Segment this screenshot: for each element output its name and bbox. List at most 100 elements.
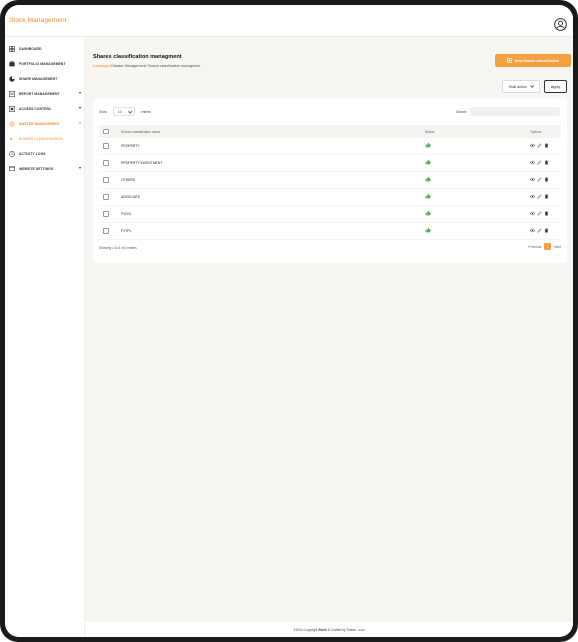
thumbs-up-icon[interactable] — [425, 210, 431, 216]
table-row: OTHERS — [99, 172, 561, 189]
view-icon[interactable] — [530, 143, 535, 148]
column-header-name[interactable]: Shares classification name — [121, 130, 160, 134]
row-options — [530, 177, 549, 182]
dashboard-icon — [8, 46, 15, 53]
row-name: PROPERTY — [121, 144, 140, 148]
table-row: PROPERTY INVESTMENT — [99, 155, 561, 172]
gear-icon — [8, 121, 15, 128]
column-header-status[interactable]: Status — [425, 130, 434, 134]
breadcrumb: Dashboard/ Master Management/ Shares cla… — [93, 64, 200, 68]
bulk-action-select[interactable]: Bulk action — [502, 80, 540, 93]
user-avatar-icon[interactable] — [554, 18, 567, 31]
chevron-down-icon — [79, 167, 81, 169]
sidebar-item-label: ACCESS CONTROL — [19, 107, 52, 111]
activity-icon — [8, 151, 15, 158]
delete-icon[interactable] — [544, 211, 549, 216]
new-shares-classification-button[interactable]: New Shares classification — [495, 54, 571, 67]
row-options — [530, 228, 549, 233]
website-settings-icon — [8, 166, 15, 173]
row-checkbox[interactable] — [103, 211, 109, 217]
device-frame: Stock Management DASHBOARD PORTFOLIO MAN… — [0, 0, 578, 642]
sidebar-item-label: ACTIVITY LOGS — [19, 152, 46, 156]
view-icon[interactable] — [530, 160, 535, 165]
pagination-previous[interactable]: Previous — [528, 245, 541, 249]
sidebar-item-access-control[interactable]: ACCESS CONTROL — [5, 103, 85, 115]
chevron-down-icon — [529, 83, 535, 88]
thumbs-up-icon[interactable] — [425, 227, 431, 233]
edit-icon[interactable] — [537, 228, 542, 233]
row-checkbox[interactable] — [103, 143, 109, 149]
edit-icon[interactable] — [537, 143, 542, 148]
search-input[interactable] — [470, 107, 560, 116]
page-title: Shares classification managment — [93, 54, 182, 60]
chevron-down-icon — [79, 107, 81, 109]
edit-icon[interactable] — [537, 160, 542, 165]
sidebar-item-master-management[interactable]: MASTER MANAGEMENT — [5, 118, 85, 130]
sidebar-item-label: PORTFOLIO MANAGEMENT — [19, 62, 66, 66]
thumbs-up-icon[interactable] — [425, 193, 431, 199]
thumbs-up-icon[interactable] — [425, 142, 431, 148]
view-icon[interactable] — [530, 228, 535, 233]
access-control-icon — [8, 106, 15, 113]
sidebar-item-label: DASHBOARD — [19, 47, 42, 51]
table-header: Shares classification name Status Option… — [99, 125, 561, 138]
sidebar-item-portfolio[interactable]: PORTFOLIO MANAGEMENT — [5, 58, 85, 70]
report-icon — [8, 91, 15, 98]
table-row: ASSOCIATE — [99, 189, 561, 206]
delete-icon[interactable] — [544, 194, 549, 199]
delete-icon[interactable] — [544, 160, 549, 165]
sidebar-item-website-settings[interactable]: WEBSITE SETTINGS — [5, 163, 85, 175]
sidebar-item-shares-classification[interactable]: SHARES CLASSIFICATION — [5, 133, 85, 145]
chevron-down-icon — [79, 122, 81, 124]
sidebar-item-label: MASTER MANAGEMENT — [19, 122, 60, 126]
row-checkbox[interactable] — [103, 177, 109, 183]
row-checkbox[interactable] — [103, 228, 109, 234]
edit-icon[interactable] — [537, 194, 542, 199]
dot-icon — [10, 138, 12, 140]
sidebar-item-label: SHARE MANAGEMENT — [19, 77, 58, 81]
row-name: FVTPL — [121, 229, 132, 233]
pie-chart-icon — [8, 76, 15, 83]
select-all-checkbox[interactable] — [103, 128, 109, 134]
pagination-next[interactable]: Next — [554, 245, 561, 249]
sidebar-item-report-management[interactable]: REPORT MANAGEMENT — [5, 88, 85, 100]
pagination-page-1[interactable]: 1 — [544, 243, 552, 250]
sidebar: DASHBOARD PORTFOLIO MANAGEMENT SHARE MAN… — [5, 37, 85, 637]
breadcrumb-link-dashboard[interactable]: Dashboard — [93, 64, 111, 68]
bulk-action-label: Bulk action — [509, 84, 527, 89]
row-options — [530, 160, 549, 165]
view-icon[interactable] — [530, 177, 535, 182]
sidebar-item-share-management[interactable]: SHARE MANAGEMENT — [5, 73, 85, 85]
entries-label: entries — [141, 110, 151, 114]
pagination: Previous 1 Next — [528, 243, 561, 250]
page-size-value: 10 — [118, 109, 122, 114]
edit-icon[interactable] — [537, 177, 542, 182]
delete-icon[interactable] — [544, 143, 549, 148]
chevron-down-icon — [127, 109, 132, 114]
sidebar-item-label: WEBSITE SETTINGS — [19, 167, 54, 171]
delete-icon[interactable] — [544, 228, 549, 233]
thumbs-up-icon[interactable] — [425, 159, 431, 165]
sidebar-item-label: SHARES CLASSIFICATION — [19, 137, 63, 141]
app-brand[interactable]: Stock Management — [9, 17, 67, 24]
show-label: Show — [99, 110, 107, 114]
edit-icon[interactable] — [537, 211, 542, 216]
column-header-options: Options — [530, 130, 542, 134]
thumbs-up-icon[interactable] — [425, 176, 431, 182]
row-name: FVOCI — [121, 212, 132, 216]
footer: ©2024 Copyright Stock & Crafted by Trist… — [85, 622, 573, 637]
chevron-down-icon — [79, 92, 81, 94]
footer-brand: Stock — [318, 627, 327, 632]
view-icon[interactable] — [530, 211, 535, 216]
sidebar-item-activity-logs[interactable]: ACTIVITY LOGS — [5, 148, 85, 160]
page-size-select[interactable]: 10 — [113, 107, 135, 116]
row-checkbox[interactable] — [103, 194, 109, 200]
portfolio-icon — [8, 61, 15, 68]
sidebar-item-dashboard[interactable]: DASHBOARD — [5, 43, 85, 55]
row-options — [530, 143, 549, 148]
view-icon[interactable] — [530, 194, 535, 199]
delete-icon[interactable] — [544, 177, 549, 182]
new-button-label: New Shares classification — [514, 58, 560, 63]
apply-button[interactable]: Apply — [544, 80, 567, 93]
row-checkbox[interactable] — [103, 160, 109, 166]
